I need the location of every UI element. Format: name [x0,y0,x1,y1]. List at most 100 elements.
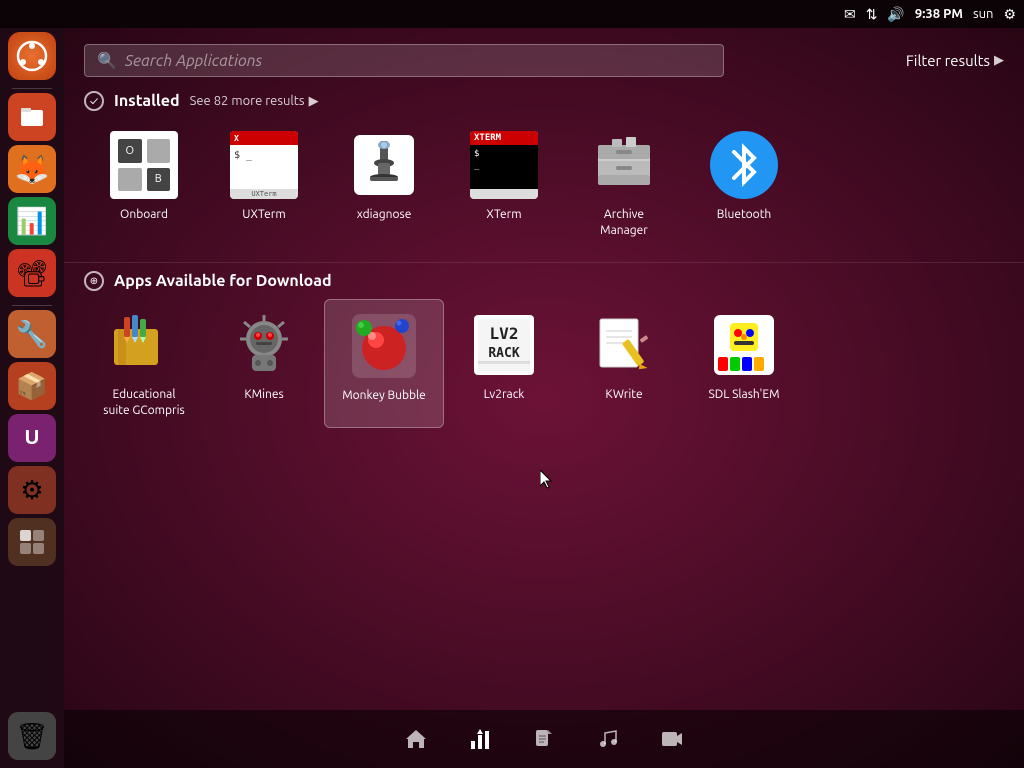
clock: 9:38 PM [915,7,963,21]
filter-results-button[interactable]: Filter results ▶ [906,52,1004,69]
launcher-firefox[interactable]: 🦊 [8,145,56,193]
gcompris-label: Educationalsuite GCompris [103,387,184,418]
app-kwrite[interactable]: KWrite [564,299,684,428]
home-filter-icon [404,727,428,751]
onboard-icon: O B [110,131,178,199]
music-filter-button[interactable] [596,727,620,751]
launcher-software-center[interactable]: 📦 [8,362,56,410]
home-filter-button[interactable] [404,727,428,751]
top-panel: ✉ ⇅ 🔊 9:38 PM sun ⚙ [0,0,1024,28]
kmines-icon [230,311,298,379]
archive-label: ArchiveManager [600,207,648,238]
app-kmines[interactable]: KMines [204,299,324,428]
uxterm-titlebar: X [230,131,298,145]
sdl-label: SDL Slash'EM [708,387,779,403]
xterm-status [470,189,538,199]
launcher-ubuntu-one[interactable]: U [8,414,56,462]
app-bluetooth[interactable]: Bluetooth [684,119,804,248]
search-input[interactable] [125,52,711,70]
kwrite-icon [590,311,658,379]
gcompris-icon [110,311,178,379]
settings-icon[interactable]: ⚙ [1003,6,1016,23]
volume-icon[interactable]: 🔊 [887,6,904,23]
kmines-label: KMines [244,387,283,403]
monkey-bubble-label: Monkey Bubble [342,388,426,404]
app-onboard[interactable]: O B Onboard [84,119,204,248]
more-arrow-icon: ▶ [309,94,319,109]
svg-text:LV2: LV2 [490,324,519,343]
system-tools-icon: ⚙ [20,475,43,506]
trash-icon: 🗑 [15,721,48,752]
calc-icon: 📊 [16,206,48,237]
app-sdl-slashem[interactable]: SDL Slash'EM [684,299,804,428]
launcher-files[interactable] [8,93,56,141]
key-b: B [147,168,171,192]
filter-bar [64,710,1024,768]
lv2rack-label: Lv2rack [484,387,525,403]
sdl-icon-container [708,309,780,381]
launcher-libreoffice-impress[interactable]: 📽 [8,249,56,297]
download-apps-grid: Educationalsuite GCompris [64,299,1024,438]
username[interactable]: sun [973,7,994,21]
app-monkey-bubble[interactable]: Monkey Bubble [324,299,444,428]
bluetooth-icon-container [708,129,780,201]
kwrite-label: KWrite [605,387,642,403]
video-filter-button[interactable] [660,727,684,751]
launcher: 🦊 📊 📽 🔧 📦 U ⚙ 🗑 [0,28,64,768]
apps-filter-button[interactable] [468,727,492,751]
music-filter-icon [596,727,620,751]
launcher-ubuntu-home[interactable] [8,32,56,80]
monkey-bubble-icon [350,312,418,380]
onboard-icon-container: O B [108,129,180,201]
installed-section-icon: ✓ [84,91,104,111]
dashboard: 🔍 Filter results ▶ ✓ Installed See 82 mo… [64,28,1024,768]
launcher-divider-2 [12,305,52,306]
xterm-icon: XTERM $ _ [470,131,538,199]
app-uxterm[interactable]: X $ _ UXTerm UXTerm [204,119,324,248]
launcher-trash[interactable]: 🗑 [8,712,56,760]
app-xterm[interactable]: XTERM $ _ XTerm [444,119,564,248]
files-filter-button[interactable] [532,727,556,751]
svg-text:RACK: RACK [488,346,519,361]
launcher-system-tools[interactable]: ⚙ [8,466,56,514]
launcher-libreoffice-calc[interactable]: 📊 [8,197,56,245]
section-separator [64,262,1024,263]
bluetooth-icon [710,131,778,199]
installed-apps-grid: O B Onboard X $ _ UXTer [64,119,1024,258]
xterm-label: XTerm [486,207,521,223]
launcher-workspace-switcher[interactable] [8,518,56,566]
archive-icon-container [588,129,660,201]
key-blank1 [147,139,171,163]
uxterm-icon-container: X $ _ UXTerm [228,129,300,201]
network-icon[interactable]: ⇅ [866,6,878,23]
app-lv2rack[interactable]: LV2 RACK Lv2rack [444,299,564,428]
kmines-icon-container [228,309,300,381]
filter-arrow-icon: ▶ [994,53,1004,68]
bluetooth-symbol [726,142,762,188]
key-blank2 [118,168,142,192]
download-section-icon: ⊕ [84,271,104,291]
onboard-label: Onboard [120,207,168,223]
software-center-icon: 📦 [16,371,48,402]
search-bar-container: 🔍 Filter results ▶ [64,28,1024,87]
uxterm-taskbar: UXTerm [230,189,298,199]
lv2rack-icon: LV2 RACK [470,311,538,379]
lv2rack-icon-container: LV2 RACK [468,309,540,381]
uxterm-icon: X $ _ UXTerm [230,131,298,199]
search-bar: 🔍 [84,44,724,77]
app-gcompris[interactable]: Educationalsuite GCompris [84,299,204,428]
search-icon: 🔍 [97,51,117,70]
archive-icon [590,131,658,199]
uxterm-body: $ _ [230,145,298,189]
firefox-icon: 🦊 [15,153,50,186]
download-section-header: ⊕ Apps Available for Download [64,267,1024,299]
files-icon [17,102,47,132]
email-icon[interactable]: ✉ [844,6,856,23]
see-more-installed[interactable]: See 82 more results ▶ [190,94,319,109]
app-archive-manager[interactable]: ArchiveManager [564,119,684,248]
launcher-settings[interactable]: 🔧 [8,310,56,358]
launcher-divider-1 [12,88,52,89]
app-xdiagnose[interactable]: xdiagnose [324,119,444,248]
system-tray: ✉ ⇅ 🔊 9:38 PM sun ⚙ [844,6,1016,23]
bluetooth-label: Bluetooth [717,207,772,223]
